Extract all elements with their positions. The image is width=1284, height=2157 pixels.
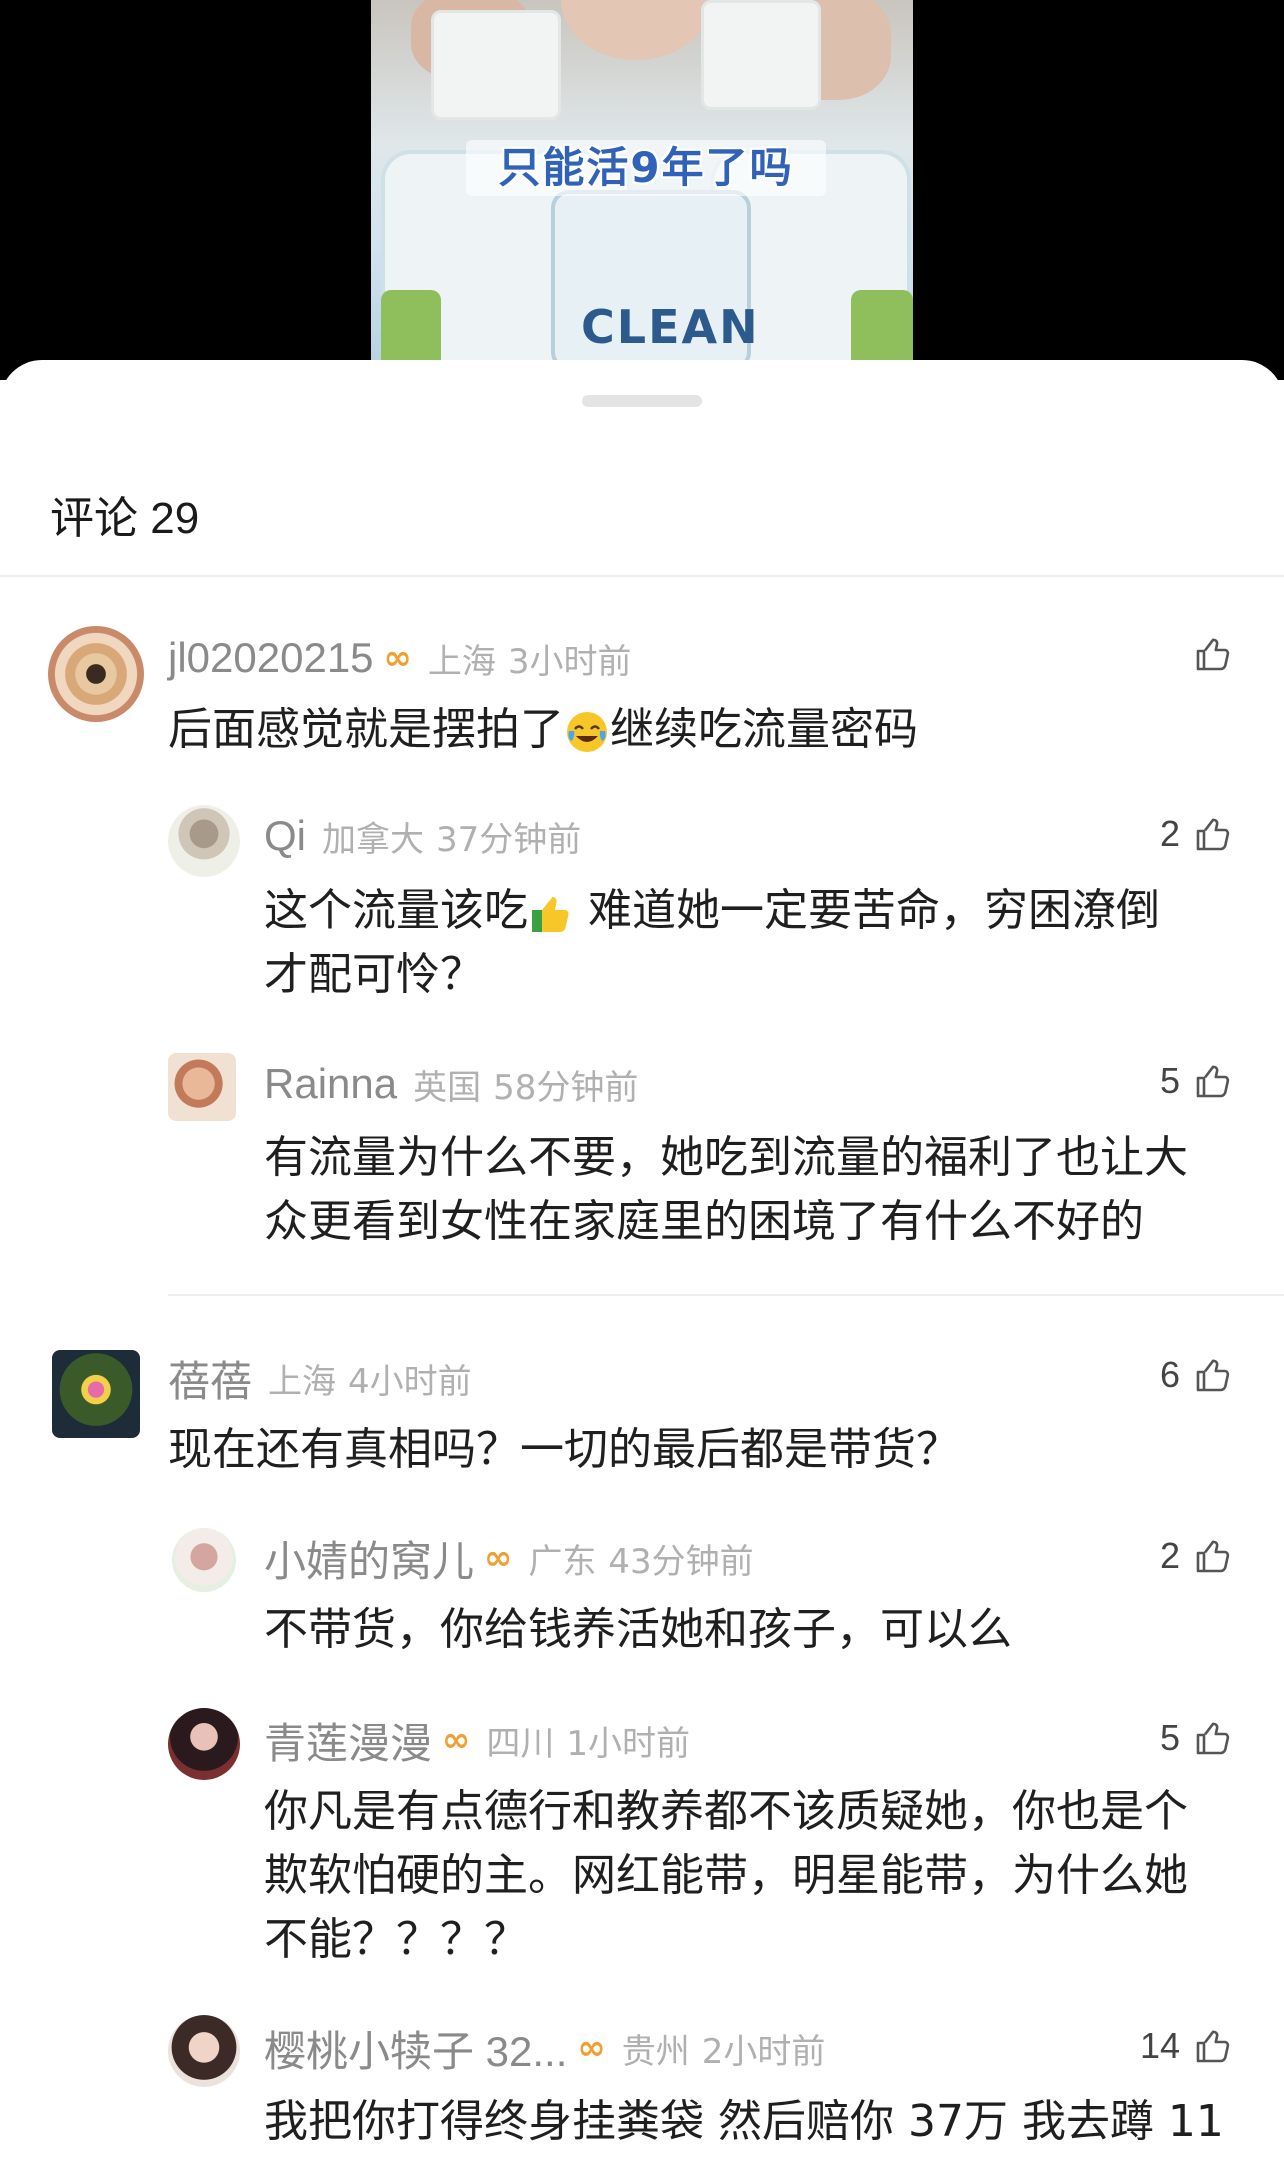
- reply-username[interactable]: Qi: [264, 812, 306, 860]
- like-count: 14: [1139, 2025, 1180, 2066]
- comments-title: 评论 29: [50, 494, 200, 543]
- comment-location: 上海: [427, 641, 496, 682]
- vip-badge-icon: ∞: [442, 1720, 471, 1760]
- reply-text-part: 不能？？？？: [264, 1914, 528, 1965]
- avatar[interactable]: [172, 1528, 236, 1592]
- reply-time: 37分钟前: [436, 819, 582, 860]
- reply-location: 贵州: [621, 2031, 690, 2072]
- avatar[interactable]: [52, 1350, 140, 1438]
- like-count: 2: [1159, 813, 1180, 854]
- divider: [0, 575, 1284, 577]
- reply-time: 58分钟前: [493, 1067, 639, 1108]
- avatar[interactable]: [168, 1053, 236, 1121]
- reply-text-part: 有流量为什么不要，她吃到流量的福利了也让大: [264, 1132, 1188, 1183]
- thumbs-up-emoji: [532, 897, 569, 932]
- avatar[interactable]: [168, 1708, 240, 1780]
- comment-text-part: 继续吃流量密码: [610, 704, 918, 755]
- video-green-strip-right: [851, 290, 913, 360]
- video-product-box-right: [701, 0, 821, 110]
- sheet-grabber[interactable]: [582, 395, 702, 407]
- reply-time: 2小时前: [701, 2031, 826, 2072]
- comment-time: 4小时前: [348, 1361, 472, 1402]
- like-button[interactable]: 6: [1160, 1354, 1232, 1396]
- divider: [168, 1294, 1284, 1296]
- reply-location: 英国: [413, 1067, 482, 1108]
- reply-text-part: 才配可怜？: [264, 949, 484, 1000]
- thumbs-up-icon: [1196, 1540, 1230, 1573]
- like-count: 2: [1159, 1535, 1180, 1576]
- reply-username[interactable]: 樱桃小犊子 32...: [264, 2018, 567, 2079]
- video-player[interactable]: CLEAN 只能活9年了吗: [0, 0, 1284, 380]
- comment-text: 现在还有真相吗？一切的最后都是带货？: [168, 1424, 960, 1475]
- avatar[interactable]: [168, 2015, 240, 2087]
- reply-text: 有流量为什么不要，她吃到流量的福利了也让大 众更看到女性在家庭里的困境了有什么不…: [264, 1126, 1188, 1254]
- vip-badge-icon: ∞: [484, 1538, 513, 1578]
- crying-laughing-emoji: [567, 712, 607, 752]
- comment-username[interactable]: 蓓蓓: [168, 1348, 252, 1409]
- comment-text: 后面感觉就是摆拍了 继续吃流量密码: [168, 698, 918, 762]
- video-frame: CLEAN 只能活9年了吗: [371, 0, 913, 360]
- comment-text-part: 后面感觉就是摆拍了: [168, 704, 564, 755]
- video-product-text: CLEAN: [581, 300, 760, 354]
- thumbs-up-icon: [1196, 818, 1230, 851]
- reply-text: 不带货，你给钱养活她和孩子，可以么: [264, 1604, 1012, 1655]
- video-green-strip-left: [381, 290, 441, 360]
- thumbs-up-icon: [1196, 1722, 1230, 1755]
- reply-text-part: 难道她一定要苦命，穷困潦倒: [574, 885, 1160, 936]
- reply-time: 43分钟前: [608, 1541, 754, 1582]
- video-caption: 只能活9年了吗: [466, 140, 826, 196]
- reply-text-part: 众更看到女性在家庭里的困境了有什么不好的: [264, 1196, 1144, 1247]
- vip-badge-icon: ∞: [383, 638, 412, 678]
- thumbs-up-icon: [1196, 2030, 1230, 2063]
- vip-badge-icon: ∞: [577, 2028, 606, 2068]
- comment-time: 3小时前: [507, 641, 632, 682]
- like-count: 5: [1159, 1060, 1180, 1101]
- reply-username[interactable]: 青莲漫漫: [264, 1710, 432, 1771]
- like-button[interactable]: 2: [1160, 1535, 1232, 1577]
- like-button[interactable]: 14: [1140, 2025, 1232, 2067]
- like-count: 6: [1159, 1354, 1180, 1395]
- thumbs-up-icon: [1196, 1359, 1230, 1392]
- reply-text-part: 这个流量该吃: [264, 885, 528, 936]
- reply-text: 你凡是有点德行和教养都不该质疑她，你也是个 欺软怕硬的主。网红能带，明星能带，为…: [264, 1780, 1188, 1972]
- reply-time: 1小时前: [566, 1723, 690, 1764]
- reply-text: 我把你打得终身挂粪袋 然后赔你 37万 我去蹲 11: [264, 2096, 1224, 2147]
- like-button[interactable]: [1180, 634, 1232, 674]
- reply-location: 加拿大: [322, 819, 424, 860]
- avatar[interactable]: [48, 626, 144, 722]
- comment-username[interactable]: jl02020215: [168, 634, 374, 682]
- thumbs-up-icon: [1196, 638, 1230, 671]
- comment-location: 上海: [268, 1361, 337, 1402]
- like-count: 5: [1159, 1717, 1180, 1758]
- video-product-box-left: [431, 10, 561, 120]
- like-button[interactable]: 5: [1160, 1717, 1232, 1759]
- avatar[interactable]: [168, 805, 240, 877]
- reply-location: 四川: [486, 1723, 555, 1764]
- reply-username[interactable]: Rainna: [264, 1060, 397, 1108]
- reply-text: 这个流量该吃 难道她一定要苦命，穷困潦倒 才配可怜？: [264, 879, 1160, 1007]
- reply-location: 广东: [528, 1541, 597, 1582]
- thumbs-up-icon: [1196, 1065, 1230, 1098]
- reply-text-part: 欺软怕硬的主。网红能带，明星能带，为什么她: [264, 1850, 1188, 1901]
- video-face: [561, 0, 711, 60]
- reply-text-part: 你凡是有点德行和教养都不该质疑她，你也是个: [264, 1786, 1188, 1837]
- like-button[interactable]: 5: [1160, 1060, 1232, 1102]
- like-button[interactable]: 2: [1160, 813, 1232, 855]
- comment-sheet: 评论 29 jl02020215 ∞ 上海 3小时前 后面感觉就是摆拍了 继续吃流…: [0, 360, 1284, 2157]
- reply-username[interactable]: 小婧的窝儿: [264, 1528, 474, 1589]
